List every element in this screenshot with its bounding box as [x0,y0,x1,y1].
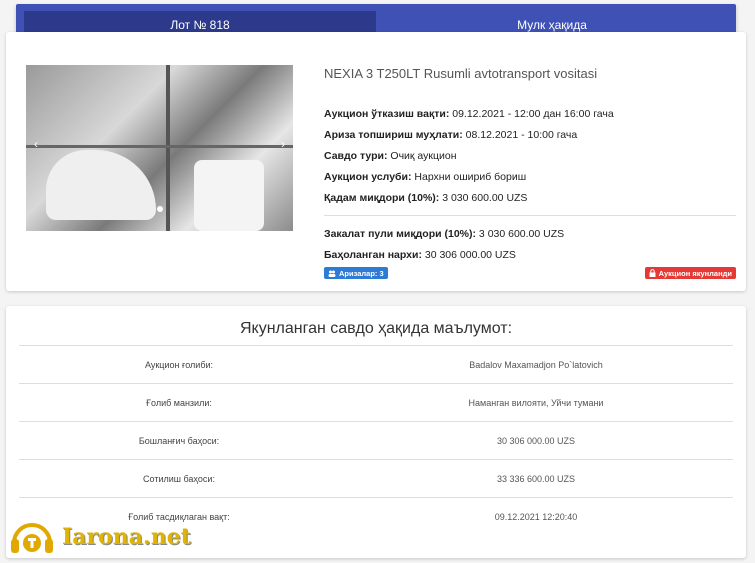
carousel-next-icon[interactable]: › [281,137,285,151]
table-cell-label: Аукцион ғолиби: [144,359,214,370]
watermark: Iarona.net [8,517,191,557]
table-cell-value: 09.12.2021 12:20:40 [494,511,578,522]
applications-badge[interactable]: Аризалар: 3 [324,267,388,279]
carousel-prev-icon[interactable]: ‹ [34,137,38,151]
table-row: Сотилиш баҳоси: 33 336 600.00 UZS [19,459,733,497]
info-row: Закалат пули миқдори (10%): 3 030 600.00… [324,224,736,245]
info-row: Қадам миқдори (10%): 3 030 600.00 UZS [324,188,736,209]
status-badge-label: Аукцион якунланди [658,268,732,278]
info-value: 08.12.2021 - 10:00 гача [462,129,578,141]
info-value: 3 030 600.00 UZS [476,228,565,240]
users-icon [328,270,336,277]
headphones-logo-icon [11,523,53,553]
watermark-text: Iarona.net [62,524,191,550]
lot-badges: Аризалар: 3 Аукцион якунланди [324,267,736,279]
info-row: Аукцион услуби: Нархни ошириб бориш [324,167,736,188]
photo-detail [194,160,264,231]
table-cell-label: Сотилиш баҳоси: [143,473,215,484]
photo-detail [46,150,156,220]
info-value: 3 030 600.00 UZS [439,192,528,204]
photo-detail [26,145,293,148]
info-label: Савдо тури: [324,150,388,162]
summary-title: Якунланган савдо ҳақида маълумот: [239,320,513,337]
summary-table: Аукцион ғолиби: Badalov Maxamadjon Po`lat… [19,345,733,535]
applications-badge-label: Аризалар: 3 [339,268,384,278]
info-value: Очиқ аукцион [387,150,457,162]
info-label: Баҳоланган нархи: [324,249,422,261]
info-label: Закалат пули миқдори (10%): [324,228,477,240]
lot-photo-carousel[interactable]: ‹ › [26,65,293,231]
info-label: Ариза топшириш муҳлати: [324,129,463,141]
table-cell-value: 33 336 600.00 UZS [496,473,576,484]
lock-icon [649,269,656,277]
info-value: 09.12.2021 - 12:00 дан 16:00 гача [449,108,614,120]
table-row: Аукцион ғолиби: Badalov Maxamadjon Po`lat… [19,345,733,383]
lot-title: NEXIA 3 T250LT Rusumli avtotransport vos… [324,66,598,81]
table-row: Бошланғич баҳоси: 30 306 000.00 UZS [19,421,733,459]
info-label: Қадам миқдори (10%): [324,192,440,204]
table-cell-label: Бошланғич баҳоси: [138,435,220,446]
status-badge: Аукцион якунланди [644,267,736,279]
table-cell-value: Badalov Maxamadjon Po`latovich [469,359,603,370]
info-row: Савдо тури: Очиқ аукцион [324,146,736,167]
carousel-indicator[interactable] [157,206,163,212]
info-value: 30 306 000.00 UZS [421,249,516,261]
info-row: Баҳоланган нархи: 30 306 000.00 UZS [324,245,736,266]
table-cell-label: Ғолиб манзили: [146,397,212,408]
table-cell-value: Наманган вилояти, Уйчи тумани [468,397,604,408]
lot-card: ‹ › NEXIA 3 T250LT Rusumli avtotransport… [6,32,746,291]
info-label: Аукцион ўтказиш вақти: [324,108,450,120]
info-row: Ариза топшириш муҳлати: 08.12.2021 - 10:… [324,125,736,146]
table-row: Ғолиб манзили: Наманган вилояти, Уйчи тум… [19,383,733,421]
lot-info: NEXIA 3 T250LT Rusumli avtotransport vos… [324,66,736,266]
divider [324,215,736,216]
table-cell-value: 30 306 000.00 UZS [496,435,576,446]
info-label: Аукцион услуби: [324,171,412,183]
photo-detail [166,65,170,231]
info-value: Нархни ошириб бориш [411,171,527,183]
info-row: Аукцион ўтказиш вақти: 09.12.2021 - 12:0… [324,104,736,125]
